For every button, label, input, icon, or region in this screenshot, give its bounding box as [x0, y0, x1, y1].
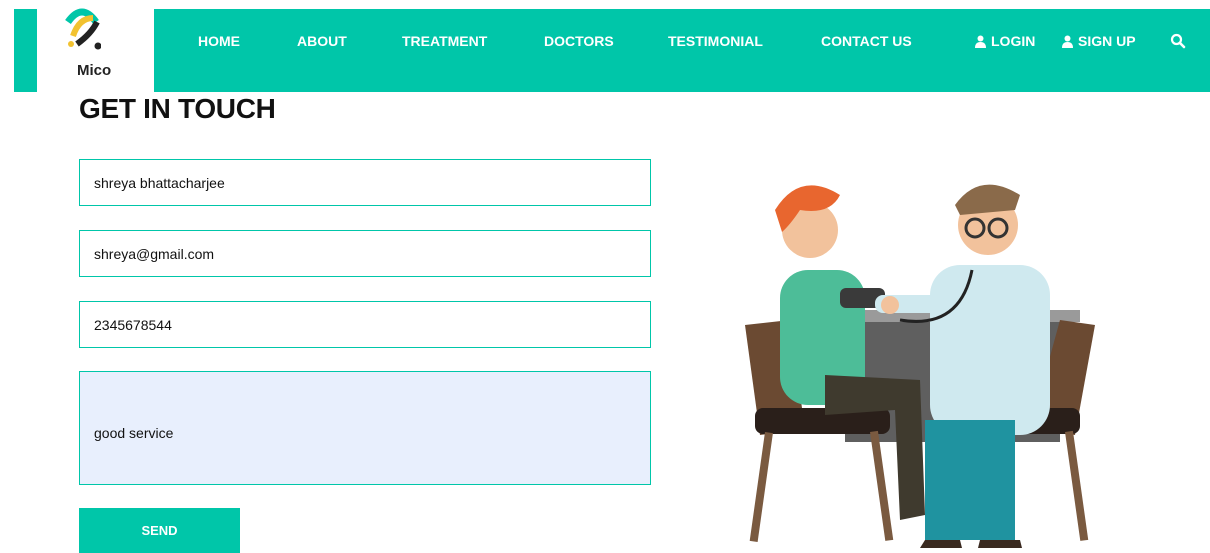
login-link[interactable]: LOGIN	[975, 33, 1035, 49]
logo-icon	[65, 8, 101, 50]
nav-testimonial[interactable]: TESTIMONIAL	[668, 33, 763, 49]
nav-treatment[interactable]: TREATMENT	[402, 33, 487, 49]
nav-contact-us[interactable]: CONTACT US	[821, 33, 912, 49]
doctor-checkup-illustration	[745, 184, 1095, 548]
message-field[interactable]: good service	[79, 371, 651, 485]
nav-home[interactable]: HOME	[198, 33, 240, 49]
logo[interactable]: Mico	[37, 0, 154, 92]
email-field[interactable]	[79, 230, 651, 277]
user-icon	[1062, 35, 1073, 48]
send-button[interactable]: SEND	[79, 508, 240, 553]
signup-label: SIGN UP	[1078, 33, 1136, 49]
login-label: LOGIN	[991, 33, 1036, 49]
nav-about[interactable]: ABOUT	[297, 33, 347, 49]
user-icon	[975, 35, 986, 48]
search-icon[interactable]	[1170, 33, 1186, 49]
header-bar	[14, 9, 1210, 92]
brand-name: Mico	[77, 62, 112, 79]
signup-link[interactable]: SIGN UP	[1062, 33, 1136, 49]
nav-doctors[interactable]: DOCTORS	[544, 33, 614, 49]
phone-field[interactable]	[79, 301, 651, 348]
page-title: GET IN TOUCH	[79, 93, 276, 124]
name-field[interactable]	[79, 159, 651, 206]
